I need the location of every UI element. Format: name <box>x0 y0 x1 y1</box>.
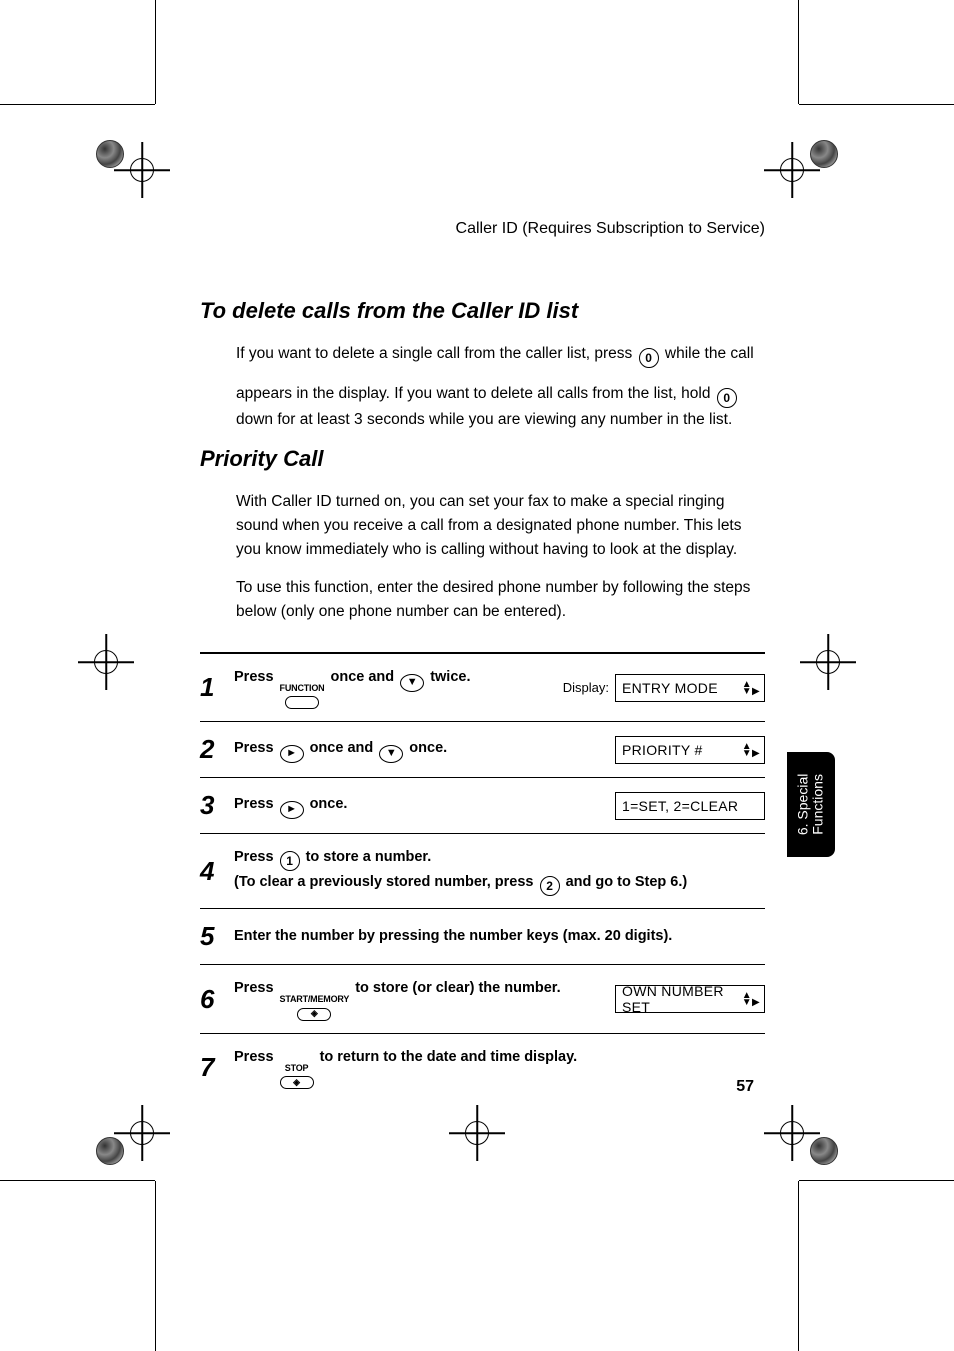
key-0: 0 <box>639 348 659 368</box>
step-number: 7 <box>200 1052 234 1083</box>
page-number: 57 <box>736 1078 754 1096</box>
stop-key: STOP <box>280 1061 314 1089</box>
step-row: 7 Press STOP to return to the date and t… <box>200 1034 765 1101</box>
step-number: 1 <box>200 672 234 703</box>
reg-cross <box>128 156 156 184</box>
reg-disc <box>810 1137 838 1165</box>
right-arrow-key: ► <box>280 745 304 763</box>
step-number: 2 <box>200 734 234 765</box>
step-row: 4 Press 1 to store a number. (To clear a… <box>200 834 765 909</box>
step-row: 2 Press ► once and ▼ once. PRIORITY # ▲▼… <box>200 722 765 778</box>
step-number: 5 <box>200 921 234 952</box>
step-row: 3 Press ► once. 1=SET, 2=CLEAR <box>200 778 765 834</box>
reg-disc <box>96 1137 124 1165</box>
step-row: 5 Enter the number by pressing the numbe… <box>200 909 765 965</box>
reg-cross <box>814 648 842 676</box>
step-row: 1 Press FUNCTION once and ▼ twice. Displ… <box>200 654 765 722</box>
reg-cross <box>92 648 120 676</box>
lcd-display: ENTRY MODE ▲▼▶ <box>615 674 765 702</box>
step-number: 6 <box>200 984 234 1015</box>
function-key: FUNCTION <box>280 681 325 709</box>
reg-disc <box>96 140 124 168</box>
start-memory-key: START/MEMORY <box>280 992 350 1020</box>
lcd-display: 1=SET, 2=CLEAR <box>615 792 765 820</box>
right-arrow-key: ► <box>280 801 304 819</box>
section-heading-delete: To delete calls from the Caller ID list <box>200 298 765 324</box>
lcd-display: OWN NUMBER SET ▲▼▶ <box>615 985 765 1013</box>
reg-cross <box>778 156 806 184</box>
section-heading-priority: Priority Call <box>200 446 765 472</box>
updown-icon: ▲▼▶ <box>742 681 760 695</box>
down-arrow-key: ▼ <box>379 745 403 763</box>
running-header: Caller ID (Requires Subscription to Serv… <box>200 220 765 238</box>
paragraph: To use this function, enter the desired … <box>236 576 765 624</box>
display-label: Display: <box>563 680 609 695</box>
paragraph: If you want to delete a single call from… <box>236 342 765 368</box>
updown-icon: ▲▼▶ <box>742 743 760 757</box>
key-1: 1 <box>280 851 300 871</box>
reg-disc <box>810 140 838 168</box>
reg-cross <box>128 1119 156 1147</box>
key-0: 0 <box>717 388 737 408</box>
step-row: 6 Press START/MEMORY to store (or clear)… <box>200 965 765 1033</box>
reg-cross <box>463 1119 491 1147</box>
paragraph: With Caller ID turned on, you can set yo… <box>236 490 765 562</box>
reg-cross <box>778 1119 806 1147</box>
paragraph: appears in the display. If you want to d… <box>236 382 765 432</box>
lcd-display: PRIORITY # ▲▼▶ <box>615 736 765 764</box>
step-number: 3 <box>200 790 234 821</box>
updown-icon: ▲▼▶ <box>742 992 760 1006</box>
step-number: 4 <box>200 856 234 887</box>
key-2: 2 <box>540 876 560 896</box>
chapter-tab: 6. Special Functions <box>787 752 835 857</box>
steps-list: 1 Press FUNCTION once and ▼ twice. Displ… <box>200 652 765 1101</box>
down-arrow-key: ▼ <box>400 674 424 692</box>
